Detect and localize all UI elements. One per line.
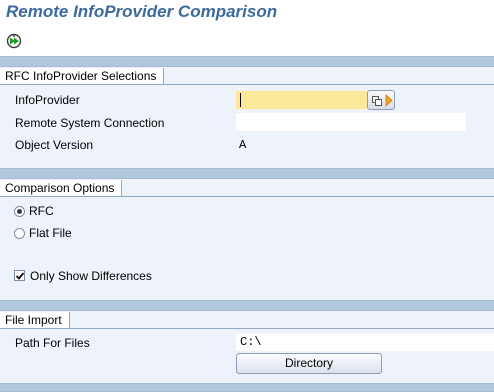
toolbar <box>0 26 494 56</box>
only-show-differences-label: Only Show Differences <box>30 269 152 283</box>
object-version-value: A <box>239 138 247 152</box>
section-separator <box>0 56 494 67</box>
section-title-file-import: File Import <box>0 312 70 329</box>
flat-file-radio-option[interactable]: Flat File <box>14 226 84 240</box>
section-separator <box>0 300 494 311</box>
section-header-rfc: RFC InfoProvider Selections <box>0 68 494 86</box>
rfc-radio-label: RFC <box>29 204 54 218</box>
section-title-comparison: Comparison Options <box>0 180 123 197</box>
execute-icon <box>6 33 22 49</box>
only-show-differences-option[interactable]: Only Show Differences <box>14 269 164 283</box>
directory-button[interactable]: Directory <box>236 353 382 374</box>
infoprovider-input[interactable] <box>236 91 367 109</box>
rfc-radio[interactable] <box>14 206 25 217</box>
text-cursor <box>240 93 241 107</box>
object-version-label: Object Version <box>15 138 94 152</box>
value-help-icon <box>372 94 393 107</box>
section-header-file-import: File Import <box>0 312 494 330</box>
title-bar: Remote InfoProvider Comparison <box>0 0 494 26</box>
execute-button[interactable] <box>5 32 25 50</box>
rfc-radio-option[interactable]: RFC <box>14 204 74 218</box>
path-for-files-input[interactable]: C:\ <box>236 333 494 351</box>
remote-connection-input[interactable] <box>236 113 466 131</box>
checkmark-icon <box>15 272 25 280</box>
page-title: Remote InfoProvider Comparison <box>6 2 278 21</box>
section-separator <box>0 168 494 179</box>
section-separator <box>0 383 494 392</box>
infoprovider-value-help-button[interactable] <box>367 90 395 110</box>
section-header-comparison: Comparison Options <box>0 180 494 198</box>
flat-file-radio[interactable] <box>14 228 25 239</box>
flat-file-radio-label: Flat File <box>29 226 72 240</box>
remote-connection-label: Remote System Connection <box>15 116 165 130</box>
path-for-files-label: Path For Files <box>15 336 90 350</box>
section-title-rfc: RFC InfoProvider Selections <box>0 68 165 85</box>
only-show-differences-checkbox[interactable] <box>14 270 25 281</box>
infoprovider-label: InfoProvider <box>15 93 80 107</box>
